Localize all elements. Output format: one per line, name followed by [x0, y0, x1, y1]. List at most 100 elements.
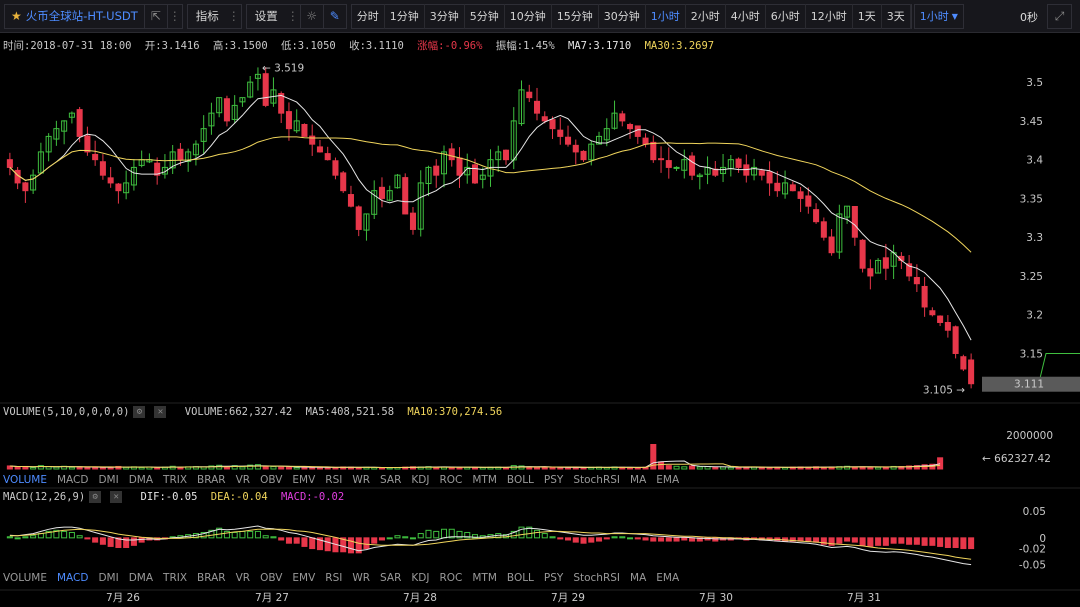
volume-bar: [99, 467, 106, 470]
volume-bar: [30, 466, 37, 470]
candle-body: [324, 153, 331, 161]
macd-histogram-bar: [929, 537, 936, 546]
candle-body: [262, 73, 269, 106]
volume-bar: [254, 464, 261, 470]
candle-body: [502, 149, 510, 161]
candle-body: [805, 195, 812, 207]
candle-body: [828, 236, 835, 254]
macd-histogram-bar: [239, 530, 246, 539]
candle-body: [115, 183, 122, 192]
macd-histogram-bar: [68, 531, 75, 539]
macd-histogram-bar: [84, 537, 91, 540]
volume-bar: [293, 466, 300, 470]
candle-body: [99, 161, 106, 176]
candle-body: [929, 310, 936, 316]
candle-body: [921, 285, 928, 308]
candle-body: [565, 136, 572, 145]
macd-histogram-bar: [549, 536, 556, 539]
candle-body: [882, 257, 889, 269]
volume-bar: [712, 466, 719, 470]
candle-body: [340, 172, 347, 192]
candle-body: [867, 268, 874, 277]
macd-histogram-bar: [859, 537, 866, 546]
macd-histogram-bar: [906, 537, 913, 545]
macd-histogram-bar: [76, 535, 83, 539]
volume-bar: [154, 467, 161, 470]
macd-histogram-bar: [898, 537, 905, 544]
candle-body: [316, 146, 323, 153]
macd-histogram-bar: [588, 537, 595, 543]
candle-body: [650, 141, 657, 161]
candle-body: [355, 206, 362, 230]
macd-histogram-bar: [262, 535, 269, 539]
last-price-label: 3.111: [1014, 379, 1044, 391]
macd-histogram-bar: [968, 537, 975, 550]
kline-chart[interactable]: 3.5 3.45 3.4 3.35 3.3 3.25 3.2 3.15 ← 3.519 3.105…: [0, 0, 1080, 607]
candle-body: [402, 177, 409, 215]
price-tick-label: 3.35: [1020, 193, 1043, 205]
candle-body: [689, 155, 696, 176]
volume-bar: [665, 465, 672, 470]
candle-body: [634, 125, 641, 137]
volume-bar: [673, 465, 680, 470]
macd-histogram-bar: [565, 537, 572, 541]
candle-body: [309, 135, 316, 145]
macd-histogram-bar: [572, 537, 579, 543]
volume-bar: [309, 467, 316, 470]
x-axis-date-label: 7月 26: [106, 592, 140, 604]
candle-body: [378, 186, 385, 199]
macd-histogram-bar: [596, 537, 603, 542]
candle-body: [92, 153, 99, 161]
macd-histogram-bar: [130, 537, 137, 546]
candle-body: [541, 116, 548, 122]
macd-histogram-bar: [363, 537, 370, 550]
macd-histogram-bar: [231, 531, 238, 539]
volume-bar: [766, 467, 773, 470]
macd-histogram-bar: [270, 536, 277, 539]
candle-body: [766, 171, 773, 184]
candle-body: [177, 148, 184, 161]
candle-body: [107, 177, 114, 184]
macd-histogram-bar: [409, 537, 416, 540]
macd-histogram-bar: [99, 537, 106, 545]
price-tick-label: 3.15: [1020, 348, 1043, 360]
macd-histogram-bar: [293, 537, 300, 544]
macd-histogram-bar: [440, 528, 448, 539]
candle-body: [6, 159, 13, 168]
macd-histogram-bar: [580, 537, 587, 544]
price-tick-label: 3.5: [1026, 77, 1043, 89]
volume-bar: [239, 466, 246, 470]
macd-histogram-bar: [394, 535, 401, 539]
volume-bar: [875, 466, 882, 470]
macd-histogram-bar: [882, 537, 889, 546]
candle-body: [735, 158, 742, 168]
volume-bar: [262, 466, 269, 470]
macd-histogram-bar: [386, 537, 393, 540]
macd-tick-label: 0.05: [1023, 506, 1046, 518]
volume-last-label: ← 662327.42: [982, 453, 1051, 465]
candle-body: [820, 221, 827, 238]
price-tick-label: 3.25: [1020, 271, 1043, 283]
macd-histogram-bar: [805, 537, 812, 542]
volume-bar: [696, 466, 703, 470]
macd-histogram-bar: [619, 536, 626, 539]
candle-body: [937, 315, 944, 323]
volume-bar: [720, 466, 727, 470]
macd-histogram-bar: [309, 537, 316, 550]
candle-body: [627, 124, 634, 130]
candle-body: [619, 113, 626, 122]
candle-body: [526, 91, 533, 99]
macd-histogram-bar: [665, 537, 672, 542]
macd-histogram-bar: [254, 530, 261, 539]
volume-bar: [68, 466, 75, 470]
macd-histogram-bar: [301, 537, 308, 547]
macd-histogram-bar: [867, 537, 874, 547]
volume-bar: [658, 461, 665, 470]
volume-bar: [285, 466, 292, 470]
candle-body: [76, 109, 83, 137]
price-tick-label: 3.3: [1026, 232, 1043, 244]
macd-histogram-bar: [611, 536, 618, 539]
candle-body: [673, 166, 680, 169]
candle-body: [758, 170, 765, 176]
price-tick-label: 3.45: [1020, 116, 1043, 128]
